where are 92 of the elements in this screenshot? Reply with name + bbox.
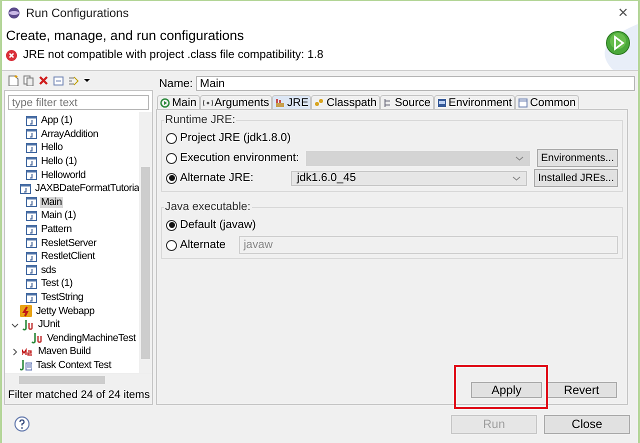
tree-item[interactable]: Hello (1) (40, 156, 78, 168)
radio-label[interactable]: Default (javaw) (180, 219, 256, 231)
java-app-icon (26, 114, 37, 127)
java-app-icon (26, 264, 37, 276)
tree-item[interactable]: Test (1) (40, 278, 74, 290)
tree-item[interactable]: JAXBDateFormatTutoria (34, 183, 139, 194)
radio-button[interactable] (166, 152, 177, 164)
window-title: Run Configurations (26, 6, 130, 20)
monitor-icon (436, 98, 447, 108)
group-title: Java executable: (164, 201, 252, 213)
new-config-icon[interactable] (8, 74, 19, 86)
tree-item[interactable]: App (1) (40, 115, 74, 126)
collapse-all-icon[interactable] (53, 74, 64, 86)
tree-item[interactable]: Main (40, 196, 63, 208)
tree-item[interactable]: Hello (40, 142, 64, 154)
vertical-scrollbar[interactable] (139, 112, 152, 374)
dialog-title: Create, manage, and run configurations (6, 27, 245, 43)
tab[interactable]: Common (514, 95, 579, 109)
nodes-icon (314, 98, 324, 108)
tab[interactable]: Source (380, 95, 434, 109)
filter-icon[interactable] (68, 74, 79, 86)
radio-label[interactable]: Alternate JRE: (180, 172, 284, 184)
duplicate-icon[interactable] (23, 74, 34, 86)
close-button[interactable]: × (618, 4, 628, 21)
junit-icon (31, 332, 43, 344)
tree-item[interactable]: VendingMachineTest (46, 332, 137, 344)
tab[interactable]: Environment (434, 95, 515, 109)
radio-button[interactable] (166, 220, 177, 230)
java-app-icon (26, 237, 37, 250)
filter-status: Filter matched 24 of 24 items (8, 389, 150, 402)
java-app-icon (26, 128, 37, 140)
tree-item[interactable]: Helloworld (40, 170, 87, 181)
tree-item[interactable]: Jetty Webapp (35, 306, 96, 317)
maven-icon (22, 346, 34, 358)
chevron-icon (512, 174, 522, 182)
jre-button[interactable]: Installed JREs... (534, 169, 618, 187)
tree-icon (382, 98, 393, 108)
radio-label[interactable]: Execution environment: (180, 152, 300, 164)
help-icon[interactable] (14, 416, 30, 432)
name-label: Name: (158, 78, 193, 90)
java-app-icon (26, 142, 37, 154)
tab[interactable]: Main (157, 95, 200, 109)
java-app-icon (26, 292, 37, 304)
jre-dropdown[interactable]: jdk1.6.0_45 (291, 170, 528, 186)
radio-button[interactable] (166, 240, 177, 250)
eclipse-icon (8, 6, 20, 18)
tab[interactable]: Classpath (311, 95, 380, 109)
java-app-icon (26, 169, 37, 182)
group-title: Runtime JRE: (164, 114, 236, 126)
dropdown-value: jdk1.6.0_45 (297, 172, 356, 184)
run-icon (606, 31, 630, 55)
filter-field[interactable]: type filter text (8, 95, 149, 110)
java-app-icon (26, 250, 37, 263)
error-message: JRE not compatible with project .class file compatibility: 1.8 (23, 49, 324, 61)
config-button[interactable]: Revert (546, 382, 617, 398)
config-button[interactable]: Apply (471, 382, 542, 398)
library-icon (275, 98, 286, 108)
tree-item[interactable]: Task Context Test (35, 360, 112, 371)
task-context-icon (20, 359, 32, 372)
tab[interactable]: JRE (272, 95, 312, 109)
java-app-icon (26, 156, 37, 168)
delete-icon[interactable] (38, 74, 49, 86)
radio-button[interactable] (166, 132, 177, 144)
tree-item[interactable]: JUnit (37, 319, 61, 330)
tree-item[interactable]: ResletServer (40, 238, 98, 249)
tree-item[interactable]: Main (1) (40, 210, 77, 222)
dialog-button[interactable]: Close (544, 414, 630, 434)
tree-item[interactable]: Pattern (40, 224, 73, 236)
jetty-icon (20, 305, 32, 318)
tree-item[interactable]: sds (40, 264, 57, 276)
java-app-icon (26, 224, 37, 236)
run-icon (160, 98, 170, 108)
radio-label[interactable]: Project JRE (jdk1.8.0) (180, 132, 291, 144)
error-icon (6, 50, 17, 60)
radio-label[interactable]: Alternate (180, 239, 226, 251)
parameters-icon (202, 98, 212, 108)
window-icon (518, 98, 528, 108)
java-app-icon (26, 210, 37, 222)
chevron-icon (515, 154, 524, 162)
tree-item[interactable]: Maven Build (37, 346, 92, 358)
java-app-icon (20, 182, 31, 195)
tab[interactable]: Arguments (200, 95, 272, 109)
radio-button[interactable] (166, 172, 177, 184)
name-field[interactable]: Main (196, 76, 635, 91)
java-app-icon (26, 278, 37, 290)
java-app-icon (26, 196, 37, 208)
junit-icon (22, 318, 34, 331)
tree-item[interactable]: RestletClient (40, 251, 96, 262)
tree-item[interactable]: TestString (40, 292, 84, 304)
horizontal-scrollbar[interactable] (5, 373, 152, 386)
tree-item[interactable]: ArrayAddition (40, 128, 100, 140)
jre-button[interactable]: Environments... (537, 149, 618, 167)
